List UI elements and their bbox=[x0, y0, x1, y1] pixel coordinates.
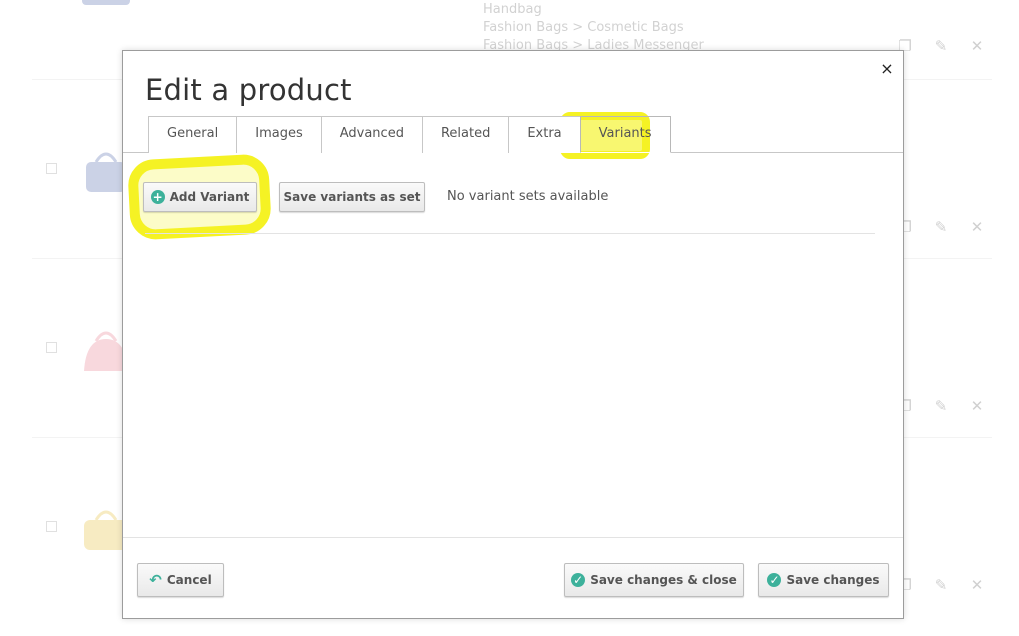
pencil-icon[interactable]: ✎ bbox=[932, 576, 950, 594]
category-line: Handbag bbox=[483, 2, 542, 17]
add-variant-button[interactable]: + Add Variant bbox=[143, 182, 257, 212]
check-circle-icon: ✓ bbox=[571, 573, 586, 587]
pencil-icon[interactable]: ✎ bbox=[932, 37, 950, 55]
category-line: Fashion Bags > Cosmetic Bags bbox=[483, 20, 684, 35]
close-icon[interactable]: ✕ bbox=[968, 397, 986, 415]
close-icon[interactable]: ✕ bbox=[968, 37, 986, 55]
add-variant-label: Add Variant bbox=[169, 190, 250, 204]
undo-arrow-icon: ↶ bbox=[149, 571, 162, 589]
close-icon[interactable]: ✕ bbox=[968, 576, 986, 594]
product-categories: Handbag Fashion Bags > Cosmetic Bags Fas… bbox=[483, 1, 704, 55]
row-actions: ❐ ✎ ✕ bbox=[896, 218, 986, 236]
row-actions: ❐ ✎ ✕ bbox=[896, 397, 986, 415]
no-variant-sets-text: No variant sets available bbox=[447, 189, 609, 204]
cancel-button[interactable]: ↶ Cancel bbox=[137, 563, 224, 597]
handbag-thumbnail bbox=[82, 0, 130, 5]
save-changes-close-button[interactable]: ✓ Save changes & close bbox=[564, 563, 744, 597]
pencil-icon[interactable]: ✎ bbox=[932, 218, 950, 236]
row-checkbox[interactable] bbox=[46, 342, 57, 353]
tab-related[interactable]: Related bbox=[421, 116, 510, 153]
row-actions: ❐ ✎ ✕ bbox=[896, 576, 986, 594]
cancel-label: Cancel bbox=[166, 573, 212, 587]
save-changes-button[interactable]: ✓ Save changes bbox=[758, 563, 889, 597]
modal-title: Edit a product bbox=[145, 73, 352, 107]
pencil-icon[interactable]: ✎ bbox=[932, 397, 950, 415]
save-variants-set-label: Save variants as set bbox=[283, 190, 421, 204]
tab-extra[interactable]: Extra bbox=[508, 116, 581, 153]
save-variants-set-button[interactable]: Save variants as set bbox=[279, 182, 425, 212]
tab-general[interactable]: General bbox=[148, 116, 238, 153]
save-changes-label: Save changes bbox=[786, 573, 880, 587]
tab-bar: General Images Advanced Related Extra Va… bbox=[148, 116, 671, 153]
close-icon[interactable]: × bbox=[879, 61, 895, 77]
row-actions: ❐ ✎ ✕ bbox=[896, 37, 986, 55]
tab-variants[interactable]: Variants bbox=[579, 116, 671, 153]
row-checkbox[interactable] bbox=[46, 163, 57, 174]
row-checkbox[interactable] bbox=[46, 521, 57, 532]
plus-circle-icon: + bbox=[150, 190, 165, 204]
check-circle-icon: ✓ bbox=[767, 573, 782, 587]
tab-images[interactable]: Images bbox=[236, 116, 322, 153]
edit-product-modal: Edit a product × General Images Advanced… bbox=[122, 50, 904, 619]
footer-divider bbox=[123, 537, 903, 538]
save-changes-close-label: Save changes & close bbox=[590, 573, 737, 587]
divider bbox=[145, 233, 875, 234]
tab-advanced[interactable]: Advanced bbox=[320, 116, 423, 153]
close-icon[interactable]: ✕ bbox=[968, 218, 986, 236]
